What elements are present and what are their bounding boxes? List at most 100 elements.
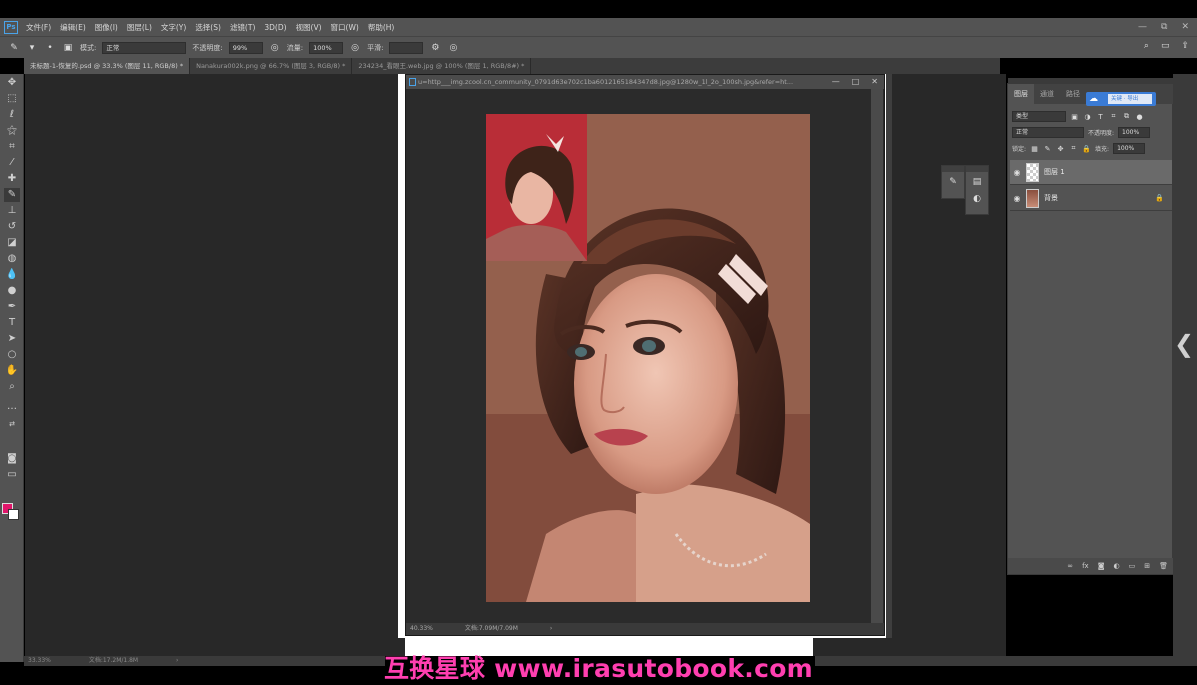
filter-pixel-icon[interactable]: ▣ <box>1070 113 1079 121</box>
layer-opacity-field[interactable]: 100% <box>1118 127 1151 138</box>
layer-name[interactable]: 背景 <box>1044 193 1058 203</box>
fill-field[interactable]: 100% <box>1113 143 1146 154</box>
airbrush-icon[interactable]: ◎ <box>349 43 361 53</box>
brush-preset-picker[interactable]: ▾ <box>26 43 38 53</box>
shape-tool-icon[interactable]: ○ <box>4 348 20 362</box>
smoothing-field[interactable] <box>389 41 424 54</box>
quick-mask-icon[interactable]: ◙ <box>4 452 20 466</box>
lock-all-icon[interactable]: 🔒 <box>1082 145 1091 153</box>
eraser-icon[interactable]: ◪ <box>4 236 20 250</box>
hand-tool-icon[interactable]: ✋ <box>4 364 20 378</box>
float-maximize-button[interactable]: □ <box>852 75 860 89</box>
mode-select[interactable]: 正常 <box>102 41 187 54</box>
floating-window-title[interactable]: u=http___img.zcool.cn_community_0791d63e… <box>406 75 884 89</box>
add-mask-icon[interactable]: ◙ <box>1098 562 1105 570</box>
lock-position-icon[interactable]: ✥ <box>1056 145 1065 153</box>
layer-name[interactable]: 图层 1 <box>1044 167 1065 177</box>
tab-layers[interactable]: 图层 <box>1008 84 1034 104</box>
pressure-opacity-icon[interactable]: ◎ <box>269 43 281 53</box>
share-icon[interactable]: ⇪ <box>1181 41 1189 51</box>
tab-reference[interactable]: 234234_看眼王.web.jpg @ 100% (图层 1, RGB/8#)… <box>352 58 532 74</box>
history-brush-icon[interactable]: ↺ <box>4 220 20 234</box>
pen-tool-icon[interactable]: ✒ <box>4 300 20 314</box>
background-color-swatch[interactable] <box>8 509 19 520</box>
brush-settings-icon[interactable]: ▣ <box>62 43 74 53</box>
pressure-size-icon[interactable]: ◎ <box>447 43 459 53</box>
minimize-button[interactable]: — <box>1138 22 1147 32</box>
menu-image[interactable]: 图像(I) <box>95 22 118 33</box>
blur-tool-icon[interactable]: 💧 <box>4 268 20 282</box>
link-layers-icon[interactable]: ∞ <box>1067 562 1073 570</box>
layer-row[interactable]: ◉ 背景 🔒 <box>1010 186 1172 211</box>
brush-icon[interactable]: ✎ <box>4 188 20 202</box>
adjustments-icon[interactable]: ◐ <box>969 192 985 206</box>
more-tools-icon[interactable]: … <box>4 400 20 414</box>
float-minimize-button[interactable]: — <box>832 75 840 89</box>
menu-file[interactable]: 文件(F) <box>26 22 51 33</box>
close-button[interactable]: ✕ <box>1181 22 1189 32</box>
menu-edit[interactable]: 编辑(E) <box>60 22 86 33</box>
lock-icon[interactable]: 🔒 <box>1155 194 1164 202</box>
new-group-icon[interactable]: ▭ <box>1129 562 1136 570</box>
zoom-tool-icon[interactable]: ⌕ <box>4 380 20 394</box>
type-tool-icon[interactable]: T <box>4 316 20 330</box>
visibility-eye-icon[interactable]: ◉ <box>1010 168 1024 177</box>
workspace-icon[interactable]: ▭ <box>1161 41 1170 51</box>
dodge-tool-icon[interactable]: ● <box>4 284 20 298</box>
lasso-tool-icon[interactable]: ℓ <box>4 108 20 122</box>
brush-settings-icon[interactable]: ✎ <box>945 175 961 189</box>
brush-tool-icon[interactable]: ✎ <box>8 43 20 53</box>
search-icon[interactable]: ⌕ <box>1144 41 1149 51</box>
collapse-panel-chevron-icon[interactable]: ❮ <box>1174 331 1194 357</box>
filter-toggle-icon[interactable]: ● <box>1135 113 1144 121</box>
delete-layer-icon[interactable]: 🗑 <box>1159 562 1168 570</box>
lock-artboard-icon[interactable]: ⌗ <box>1069 144 1078 153</box>
opacity-field[interactable]: 99% <box>228 41 263 54</box>
float-close-button[interactable]: ✕ <box>871 75 878 89</box>
tab-channels[interactable]: 通道 <box>1034 84 1060 104</box>
gear-icon[interactable]: ⚙ <box>429 43 441 53</box>
new-layer-icon[interactable]: ⊞ <box>1144 562 1150 570</box>
swap-colors-icon[interactable]: ⇄ <box>4 417 20 431</box>
layer-row[interactable]: ◉ 图层 1 <box>1010 160 1172 185</box>
menu-filter[interactable]: 滤镜(T) <box>230 22 255 33</box>
status-arrow-icon[interactable]: › <box>550 625 552 632</box>
eyedropper-icon[interactable]: ⁄ <box>4 156 20 170</box>
menu-layer[interactable]: 图层(L) <box>127 22 152 33</box>
paint-bucket-icon[interactable]: ◍ <box>4 252 20 266</box>
mini-panel-header[interactable] <box>966 166 988 172</box>
marquee-tool-icon[interactable]: ⬚ <box>4 92 20 106</box>
screen-mode-icon[interactable]: ▭ <box>4 468 20 482</box>
menu-view[interactable]: 视图(V) <box>296 22 322 33</box>
menu-help[interactable]: 帮助(H) <box>368 22 395 33</box>
menu-window[interactable]: 窗口(W) <box>331 22 359 33</box>
visibility-eye-icon[interactable]: ◉ <box>1010 194 1024 203</box>
float-zoom-level[interactable]: 40.33% <box>410 625 433 632</box>
menu-select[interactable]: 选择(S) <box>195 22 221 33</box>
tab-nanakura[interactable]: Nanakura002k.png @ 66.7% (图层 3, RGB/8) * <box>190 58 353 74</box>
lock-transparent-icon[interactable]: ▦ <box>1030 145 1039 153</box>
magic-wand-icon[interactable]: ⚝ <box>4 124 20 138</box>
mini-panel-header[interactable] <box>942 166 964 172</box>
filter-type-icon[interactable]: T <box>1096 113 1105 121</box>
blend-mode-select[interactable]: 正常 <box>1012 127 1084 138</box>
crop-tool-icon[interactable]: ⌗ <box>4 140 20 154</box>
flow-field[interactable]: 100% <box>309 41 344 54</box>
tab-paths[interactable]: 路径 <box>1060 84 1086 104</box>
filter-shape-icon[interactable]: ⌗ <box>1109 112 1118 121</box>
restore-button[interactable]: ⧉ <box>1161 22 1167 32</box>
menu-type[interactable]: 文字(Y) <box>161 22 186 33</box>
filter-smart-icon[interactable]: ⧉ <box>1122 112 1131 121</box>
layer-filter-select[interactable]: 类型 <box>1012 111 1066 122</box>
clone-stamp-icon[interactable]: ⊥ <box>4 204 20 218</box>
filter-adjust-icon[interactable]: ◑ <box>1083 113 1092 121</box>
path-select-icon[interactable]: ➤ <box>4 332 20 346</box>
image-canvas[interactable] <box>486 114 810 602</box>
properties-icon[interactable]: ▤ <box>969 175 985 189</box>
move-tool-icon[interactable]: ✥ <box>4 76 20 90</box>
layer-style-icon[interactable]: fx <box>1082 562 1089 570</box>
healing-brush-icon[interactable]: ✚ <box>4 172 20 186</box>
menu-3d[interactable]: 3D(D) <box>264 23 286 32</box>
new-adjustment-icon[interactable]: ◐ <box>1114 562 1120 570</box>
vertical-scrollbar[interactable] <box>871 89 883 623</box>
